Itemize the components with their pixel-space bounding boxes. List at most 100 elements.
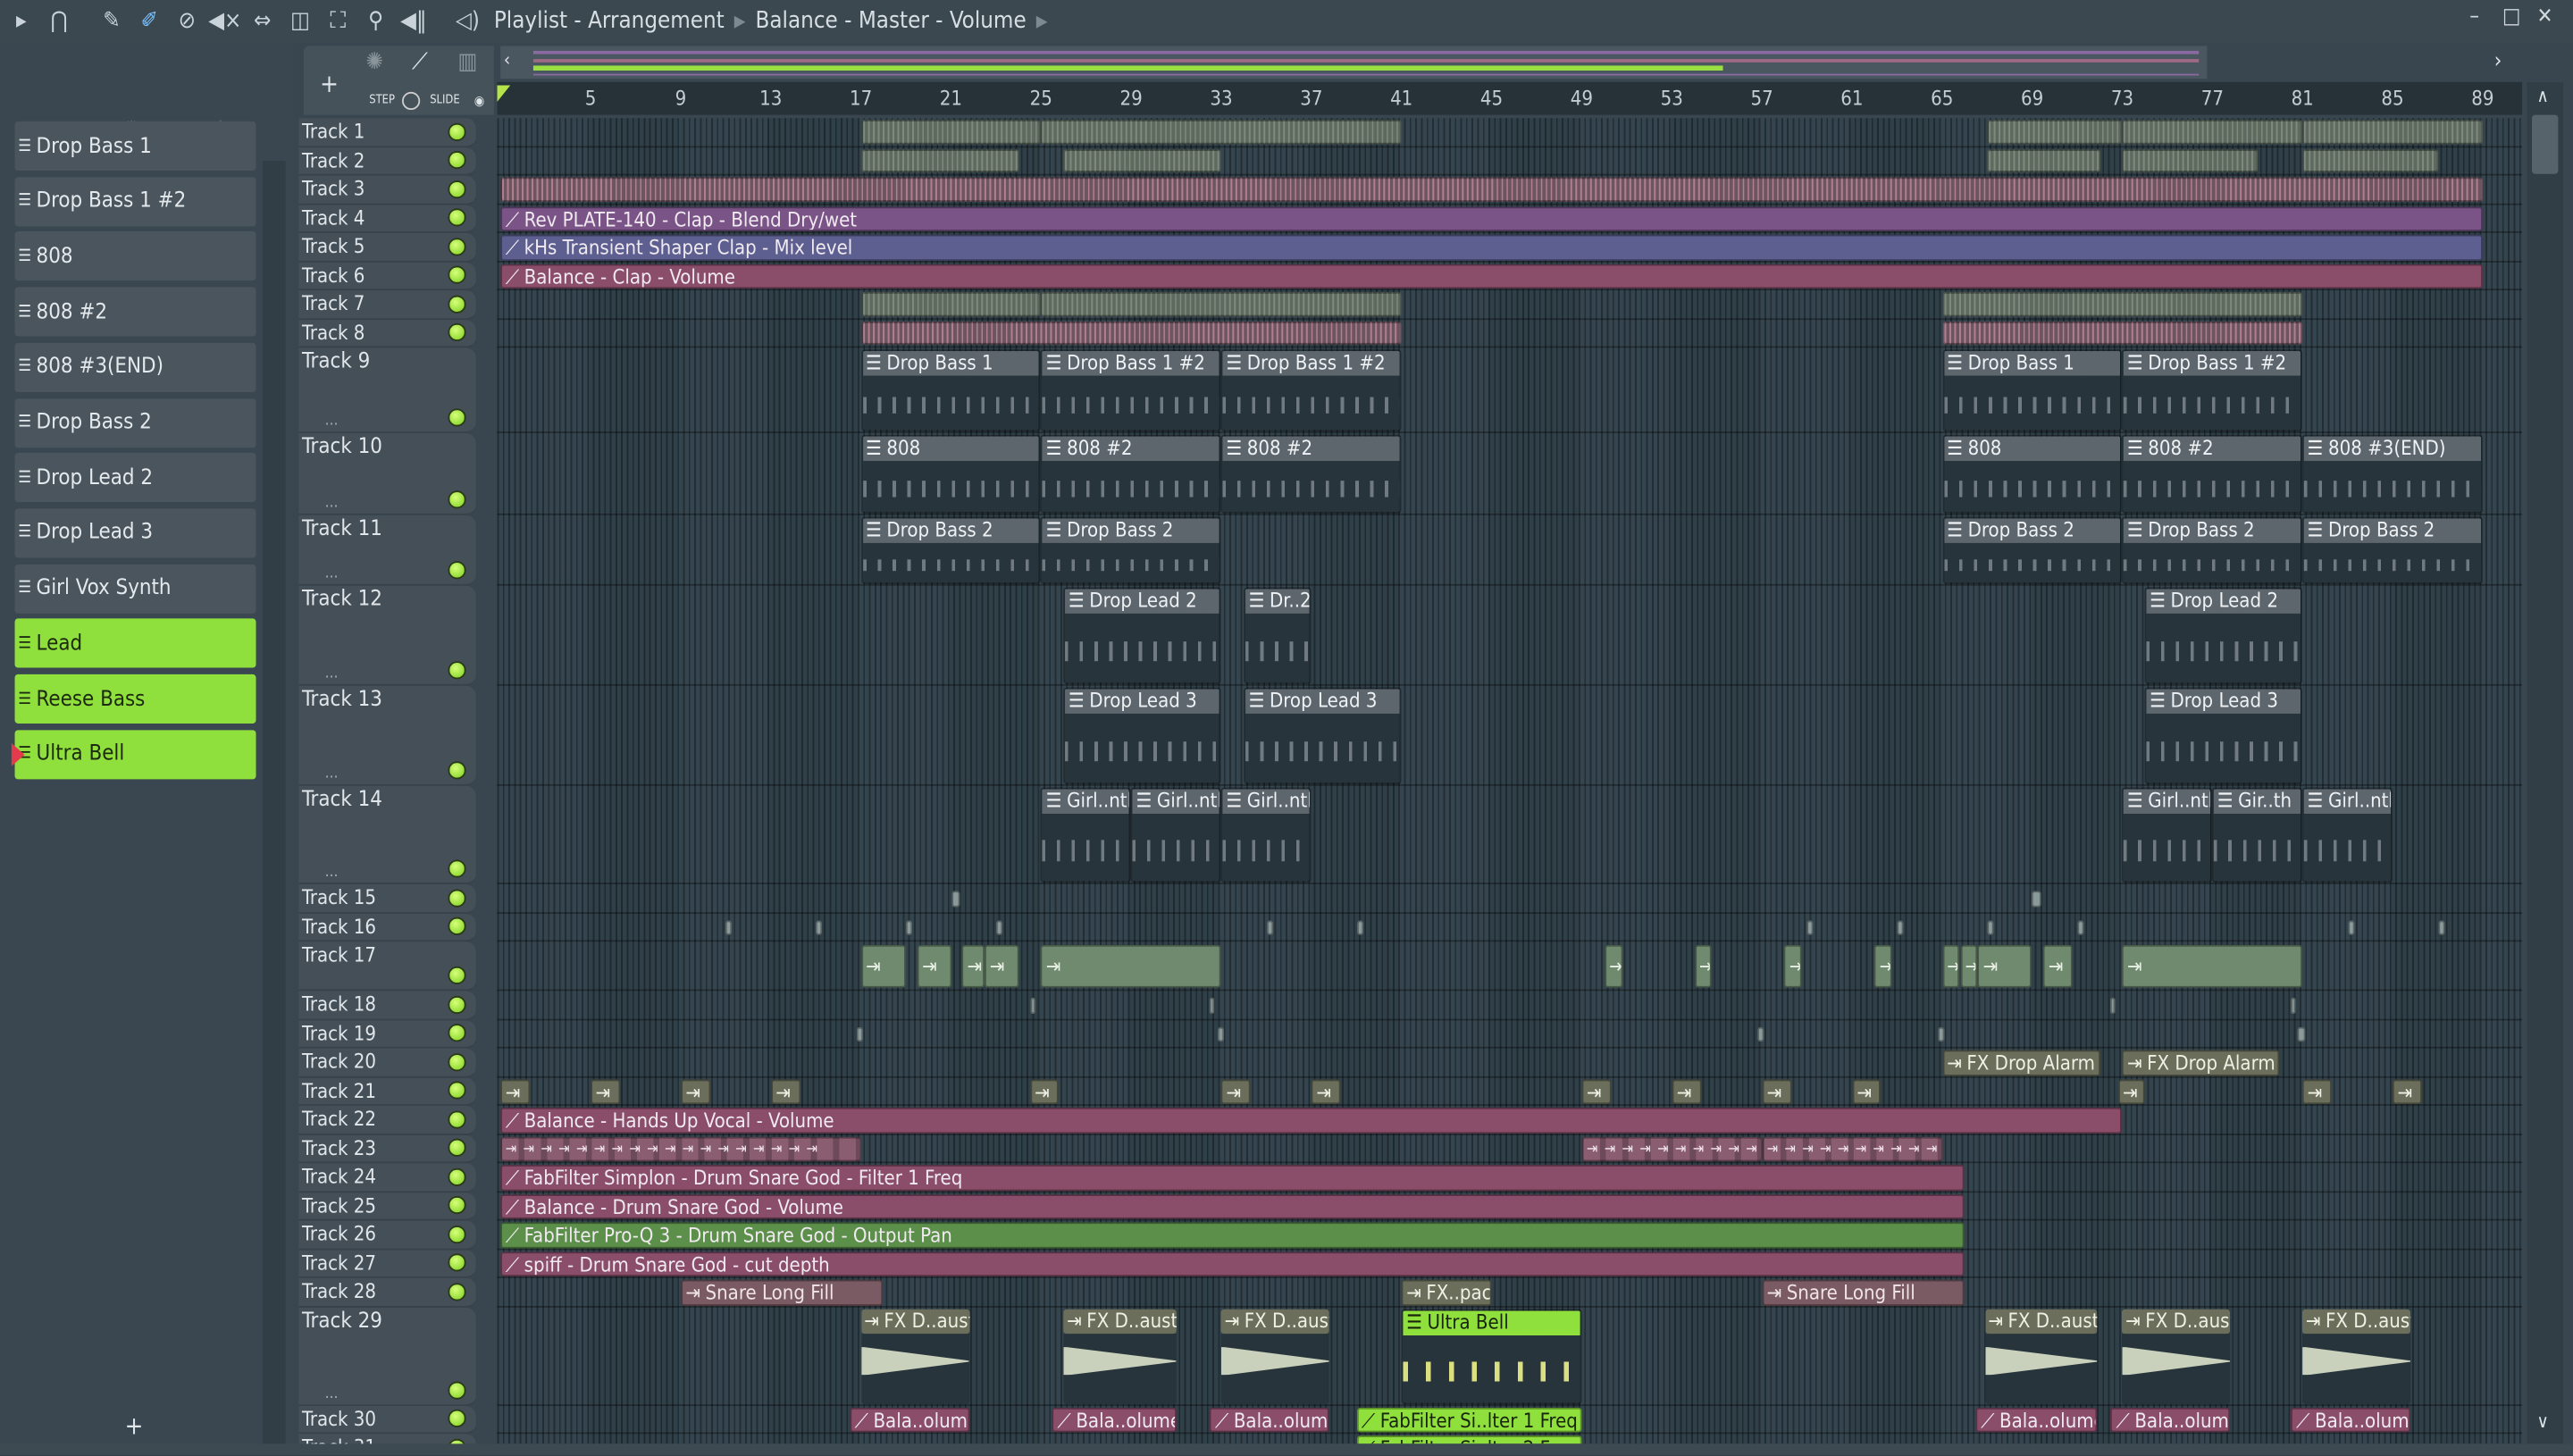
- delete-icon[interactable]: ⊘: [171, 8, 204, 34]
- pattern-item[interactable]: ☰ Drop Lead 2: [14, 453, 256, 503]
- playlist-clip[interactable]: ☰ 808 #2: [2122, 434, 2303, 514]
- paint-icon[interactable]: ✐: [133, 8, 166, 34]
- timeline-ruler[interactable]: 5 9 13 17 21 25 29 33 37 41 45 49 53 57 61 65 69 73 77 81 85…: [497, 81, 2523, 115]
- track-menu-dots[interactable]: …: [325, 566, 339, 582]
- track-enable-led[interactable]: [448, 761, 466, 780]
- pattern-item[interactable]: ☰ Drop Bass 1 #2: [14, 176, 256, 226]
- track-header[interactable]: Track 1: [298, 118, 476, 147]
- playlist-clip[interactable]: ⟋ Balance - Clap - Volume: [500, 263, 2483, 289]
- playlist-clip[interactable]: ⟋ FabFilter Si..lter 2 Freq: [1356, 1435, 1582, 1444]
- playlist-clip[interactable]: ⇥ FX D..aust: [2122, 1308, 2231, 1404]
- playlist-clip[interactable]: ☰ Drop Lead 2: [1063, 587, 1221, 684]
- playlist-clip[interactable]: ⇥⇥⇥⇥⇥⇥⇥⇥⇥⇥⇥⇥⇥⇥⇥⇥⇥⇥: [1581, 1135, 1763, 1162]
- playlist-clip[interactable]: [2077, 919, 2084, 935]
- playlist-clip[interactable]: [2291, 997, 2297, 1014]
- track-header[interactable]: Track 28: [298, 1277, 476, 1307]
- playlist-clip[interactable]: ☰ Drop Bass 2: [860, 516, 1042, 584]
- track-header[interactable]: Track 15: [298, 883, 476, 914]
- playlist-clip[interactable]: [1897, 919, 1904, 935]
- track-header[interactable]: Track 25: [298, 1192, 476, 1221]
- playlist-clip[interactable]: ⇥: [1029, 1078, 1060, 1105]
- track-header[interactable]: Track 22: [298, 1105, 476, 1135]
- playlist-clip[interactable]: ⇥: [1959, 944, 1979, 988]
- playlist-clip[interactable]: ⇥: [2393, 1078, 2422, 1105]
- audio-wave-icon[interactable]: ✺: [366, 49, 383, 75]
- track-header[interactable]: Track 7: [298, 290, 476, 320]
- vertical-scrollbar[interactable]: ∧ ∨: [2527, 81, 2563, 1444]
- playlist-clip[interactable]: ⇥: [680, 1078, 710, 1105]
- playlist-clip[interactable]: ⇥: [1762, 1078, 1791, 1105]
- playlist-clip[interactable]: ⇥: [1311, 1078, 1341, 1105]
- playlist-clip[interactable]: ☰ Ultra Bell: [1401, 1308, 1582, 1404]
- playlist-clip[interactable]: [856, 1025, 864, 1042]
- magnet-icon[interactable]: ⋂: [43, 8, 76, 34]
- playlist-clip[interactable]: ☰ 808: [860, 434, 1042, 514]
- playlist-clip[interactable]: ⟋ Bala..olume: [2291, 1406, 2411, 1433]
- playlist-clip[interactable]: [816, 919, 823, 935]
- track-menu-dots[interactable]: …: [325, 1385, 339, 1402]
- pattern-item[interactable]: ☰ 808 #3(END): [14, 342, 256, 392]
- playlist-clip[interactable]: [725, 919, 733, 935]
- track-enable-led[interactable]: [448, 1282, 466, 1301]
- track-enable-led[interactable]: [448, 408, 466, 427]
- scroll-down-icon[interactable]: ∨: [2537, 1411, 2549, 1433]
- playlist-clip[interactable]: ⇥: [1851, 1078, 1882, 1105]
- playlist-clip[interactable]: [1041, 291, 1402, 316]
- track-enable-led[interactable]: [448, 121, 466, 141]
- pattern-item[interactable]: ☰ 808: [14, 231, 256, 281]
- slide-radio[interactable]: ◉: [474, 94, 485, 109]
- track-header[interactable]: Track 11…: [298, 515, 476, 586]
- track-header[interactable]: Track 5: [298, 232, 476, 262]
- playlist-clip[interactable]: ⇥ FX D..aust: [1220, 1308, 1329, 1404]
- playlist-clip[interactable]: ⟋ Balance - Drum Snare God - Volume: [500, 1193, 1965, 1219]
- playlist-clip[interactable]: ⇥: [917, 944, 951, 988]
- track-menu-dots[interactable]: …: [325, 865, 339, 881]
- track-enable-led[interactable]: [448, 237, 466, 255]
- playlist-clip[interactable]: ⟋ FabFilter Pro-Q 3 - Drum Snare God - Ou…: [500, 1222, 1965, 1248]
- track-header[interactable]: Track 23: [298, 1134, 476, 1164]
- playlist-clip[interactable]: ☰Girl..nth: [1131, 787, 1221, 883]
- track-header[interactable]: Track 8: [298, 319, 476, 348]
- pattern-item[interactable]: ☰ Girl Vox Synth: [14, 564, 256, 614]
- track-header[interactable]: Track 30: [298, 1405, 476, 1435]
- playlist-clip[interactable]: [1941, 321, 2303, 345]
- track-header[interactable]: Track 9…: [298, 347, 476, 433]
- add-track-button[interactable]: +: [320, 69, 339, 98]
- song-position-marker[interactable]: [497, 85, 511, 102]
- playlist-clip[interactable]: ⇥: [1941, 944, 1960, 988]
- playlist-clip[interactable]: ☰ Drop Lead 3: [1244, 687, 1402, 784]
- playlist-clip[interactable]: ⇥: [962, 944, 985, 988]
- playlist-clip[interactable]: ⇥ Snare Long Fill: [680, 1279, 884, 1306]
- playlist-clip[interactable]: [1987, 919, 1994, 935]
- playlist-clip[interactable]: [1266, 919, 1273, 935]
- track-header[interactable]: Track 29…: [298, 1306, 476, 1406]
- track-header[interactable]: Track 4: [298, 204, 476, 233]
- pattern-list-scrollbar[interactable]: [262, 160, 286, 1449]
- track-enable-led[interactable]: [448, 1167, 466, 1186]
- track-menu-dots[interactable]: …: [325, 414, 339, 430]
- playlist-clip[interactable]: [1216, 1025, 1224, 1042]
- pattern-item[interactable]: ☰ Drop Lead 3: [14, 508, 256, 558]
- track-menu-dots[interactable]: …: [325, 666, 339, 682]
- playlist-clip[interactable]: [2302, 120, 2483, 144]
- minimize-icon[interactable]: –: [2469, 5, 2479, 30]
- playlist-clip[interactable]: ☰ 808 #2: [1220, 434, 1402, 514]
- playlist-clip[interactable]: [1041, 120, 1402, 144]
- track-header[interactable]: Track 13…: [298, 685, 476, 786]
- track-header[interactable]: Track 10…: [298, 432, 476, 515]
- step-slide-toggle[interactable]: [401, 91, 421, 111]
- playlist-clip[interactable]: ⇥: [1604, 944, 1622, 988]
- playlist-clip[interactable]: ⇥: [1672, 1078, 1701, 1105]
- playlist-clip[interactable]: ⟋ FabFilter Simplon - Drum Snare God - Fi…: [500, 1165, 1965, 1191]
- overview-scrollbar[interactable]: ‹: [500, 46, 2208, 79]
- playlist-clip[interactable]: [1806, 919, 1815, 935]
- play-arrow-icon[interactable]: ▸: [5, 8, 38, 34]
- playlist-clip[interactable]: ☰ Drop Bass 2: [2302, 516, 2483, 584]
- playlist-clip[interactable]: ⇥⇥⇥⇥⇥⇥⇥⇥⇥⇥⇥⇥⇥⇥⇥⇥⇥⇥: [1762, 1135, 1942, 1162]
- playlist-clip[interactable]: ⇥: [860, 944, 907, 988]
- track-header[interactable]: Track 12…: [298, 585, 476, 686]
- playlist-grid[interactable]: ⟋ Rev PLATE-140 - Clap - Blend Dry/wet ⟋ kH…: [497, 118, 2523, 1444]
- playlist-clip[interactable]: ⟋ Bala..olume: [849, 1406, 969, 1433]
- playlist-clip[interactable]: ⇥ FX Drop Alarm: [1941, 1050, 2100, 1075]
- playlist-clip[interactable]: ☰ Dr..2: [1244, 587, 1312, 684]
